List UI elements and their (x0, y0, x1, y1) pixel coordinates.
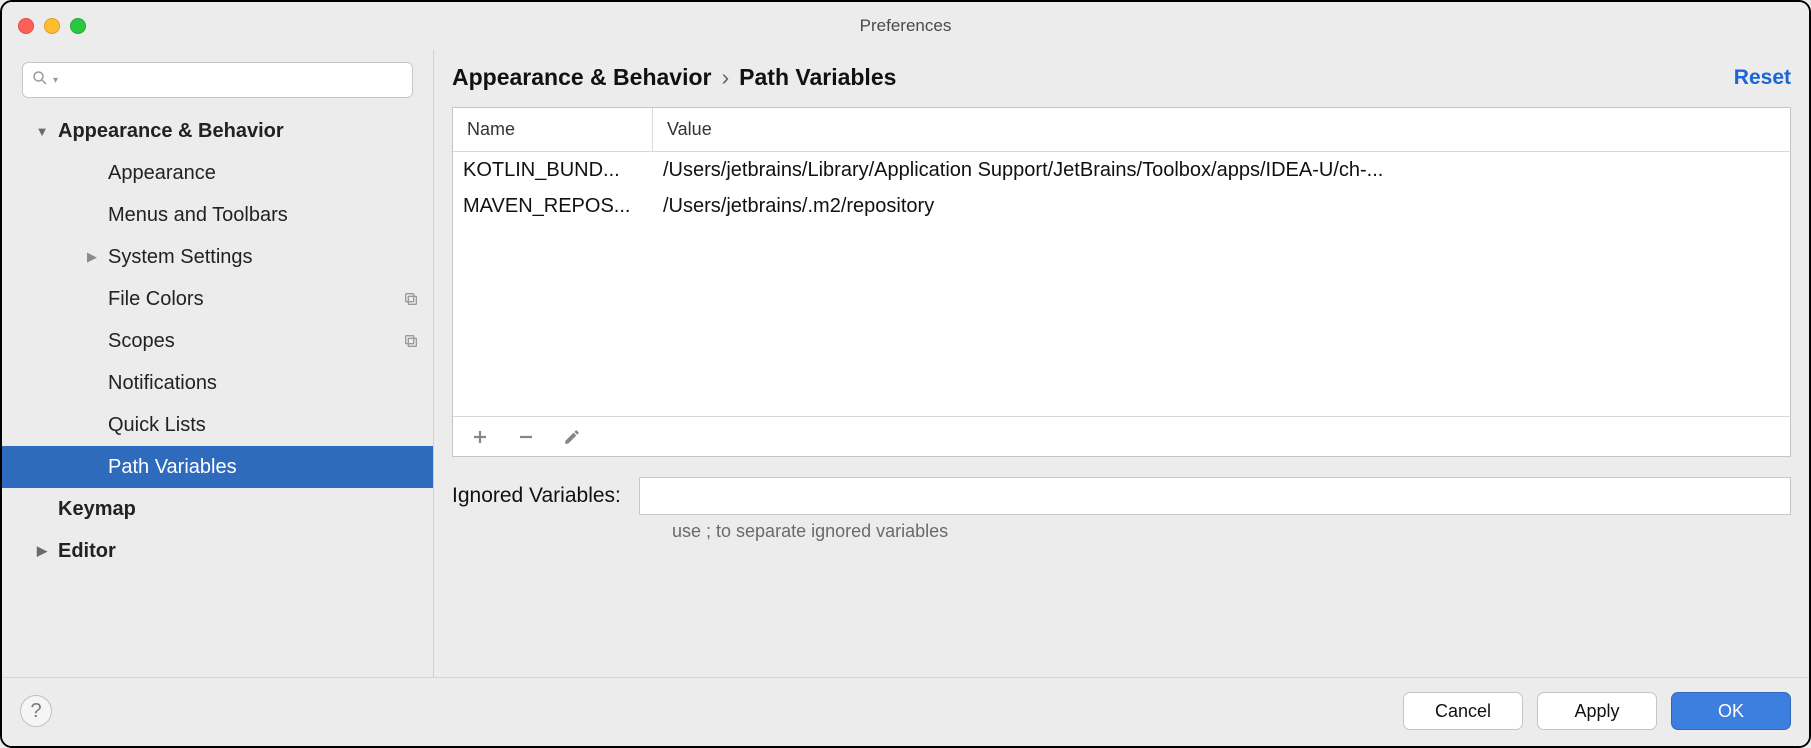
sidebar-item-menus-and-toolbars[interactable]: Menus and Toolbars (2, 194, 433, 236)
cell-name: MAVEN_REPOS... (453, 195, 653, 218)
sidebar-item-keymap[interactable]: Keymap (2, 488, 433, 530)
main-panel: Appearance & Behavior › Path Variables R… (434, 50, 1809, 677)
sidebar-item-label: Scopes (108, 330, 175, 353)
table-body: KOTLIN_BUND.../Users/jetbrains/Library/A… (453, 152, 1790, 416)
apply-button[interactable]: Apply (1537, 692, 1657, 730)
disclosure-right-icon[interactable]: ▶ (82, 249, 102, 265)
window-controls (18, 18, 86, 34)
remove-button[interactable] (517, 428, 535, 446)
sidebar-item-path-variables[interactable]: Path Variables (2, 446, 433, 488)
cancel-button[interactable]: Cancel (1403, 692, 1523, 730)
search-history-chevron-icon[interactable]: ▾ (53, 75, 58, 86)
sidebar: ▾ ▼ Appearance & Behavior Appearance Menus … (2, 50, 434, 677)
sidebar-item-editor[interactable]: ▶ Editor (2, 530, 433, 572)
minimize-window-button[interactable] (44, 18, 60, 34)
table-header: Name Value (453, 108, 1790, 152)
sidebar-item-label: Notifications (108, 372, 217, 395)
ok-button[interactable]: OK (1671, 692, 1791, 730)
sidebar-item-label: Path Variables (108, 456, 237, 479)
add-button[interactable] (471, 428, 489, 446)
zoom-window-button[interactable] (70, 18, 86, 34)
preferences-window: Preferences ▾ ▼Appearance & BehaviorAppe… (0, 0, 1811, 748)
breadcrumb-separator-icon: › (721, 64, 729, 91)
column-header-name[interactable]: Name (453, 108, 653, 151)
cell-name: KOTLIN_BUND... (453, 159, 653, 182)
search-icon (31, 69, 49, 92)
sidebar-item-label: Appearance (108, 162, 216, 185)
ignored-variables-hint: use ; to separate ignored variables (672, 521, 1791, 542)
window-title: Preferences (860, 16, 952, 36)
sidebar-item-label: Keymap (58, 498, 136, 521)
disclosure-right-icon[interactable]: ▶ (32, 543, 52, 559)
help-button[interactable]: ? (20, 695, 52, 727)
breadcrumb: Appearance & Behavior › Path Variables (452, 64, 896, 91)
footer: ? Cancel Apply OK (2, 677, 1809, 746)
settings-tree: ▼ Appearance & Behavior Appearance Menus an… (2, 110, 433, 677)
sidebar-item-label: Editor (58, 540, 116, 563)
sidebar-item-notifications[interactable]: Notifications (2, 362, 433, 404)
sidebar-item-system-settings[interactable]: ▶ System Settings (2, 236, 433, 278)
table-row[interactable]: KOTLIN_BUND.../Users/jetbrains/Library/A… (453, 152, 1790, 188)
close-window-button[interactable] (18, 18, 34, 34)
cell-value: /Users/jetbrains/Library/Application Sup… (653, 159, 1790, 182)
breadcrumb-parent: Appearance & Behavior (452, 64, 711, 91)
sidebar-item-appearance[interactable]: Appearance (2, 152, 433, 194)
sidebar-item-file-colors[interactable]: File Colors (2, 278, 433, 320)
disclosure-down-icon[interactable]: ▼ (32, 124, 52, 139)
column-header-value[interactable]: Value (653, 119, 1790, 140)
sidebar-item-label: File Colors (108, 288, 204, 311)
sidebar-item-label: System Settings (108, 246, 253, 269)
cell-value: /Users/jetbrains/.m2/repository (653, 195, 1790, 218)
search-input[interactable] (62, 72, 404, 89)
sidebar-item-quick-lists[interactable]: Quick Lists (2, 404, 433, 446)
edit-button[interactable] (563, 428, 581, 446)
search-box[interactable]: ▾ (22, 62, 413, 98)
breadcrumb-current: Path Variables (739, 64, 896, 91)
reset-link[interactable]: Reset (1734, 66, 1791, 90)
path-variables-table: Name Value KOTLIN_BUND.../Users/jetbrain… (452, 107, 1791, 457)
sidebar-item-label: Menus and Toolbars (108, 204, 288, 227)
breadcrumb-row: Appearance & Behavior › Path Variables R… (452, 64, 1791, 91)
sidebar-item-label: Quick Lists (108, 414, 206, 437)
sidebar-item-label: Appearance & Behavior (58, 120, 284, 143)
scope-project-icon (403, 333, 419, 349)
ignored-variables-input[interactable] (639, 477, 1791, 515)
table-toolbar (453, 416, 1790, 456)
sidebar-item-appearance-behavior[interactable]: ▼ Appearance & Behavior (2, 110, 433, 152)
ignored-variables-row: Ignored Variables: (452, 477, 1791, 515)
ignored-variables-label: Ignored Variables: (452, 484, 621, 508)
titlebar: Preferences (2, 2, 1809, 50)
table-row[interactable]: MAVEN_REPOS.../Users/jetbrains/.m2/repos… (453, 188, 1790, 224)
scope-project-icon (403, 291, 419, 307)
sidebar-item-scopes[interactable]: Scopes (2, 320, 433, 362)
